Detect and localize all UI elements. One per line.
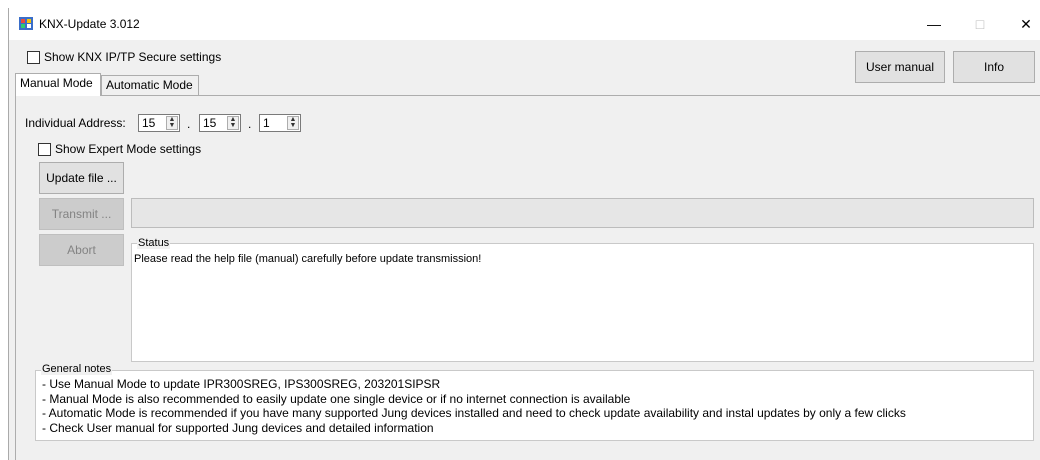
expert-mode-checkbox[interactable] (38, 143, 51, 156)
general-notes-group: General notes - Use Manual Mode to updat… (35, 363, 1034, 441)
user-manual-button[interactable]: User manual (855, 51, 945, 83)
note-line: - Automatic Mode is recommended if you h… (42, 406, 906, 420)
address-line-value: 15 (203, 116, 217, 130)
window-title: KNX-Update 3.012 (39, 17, 140, 31)
address-area-spinner[interactable]: 15 ▲ ▼ (138, 114, 180, 132)
secure-settings-checkbox[interactable] (27, 51, 40, 64)
transmit-button[interactable]: Transmit ... (39, 198, 124, 230)
general-notes-title: General notes (41, 363, 113, 375)
note-line: - Use Manual Mode to update IPR300SREG, … (42, 377, 441, 391)
minimize-button[interactable]: — (911, 8, 957, 40)
status-group-title: Status (137, 237, 171, 249)
general-notes-list: - Use Manual Mode to update IPR300SREG, … (42, 377, 906, 435)
maximize-button[interactable]: □ (957, 8, 1003, 40)
tab-automatic-mode[interactable]: Automatic Mode (101, 75, 199, 95)
note-line: - Check User manual for supported Jung d… (42, 420, 434, 435)
status-message: Please read the help file (manual) caref… (134, 253, 482, 265)
expert-mode-label: Show Expert Mode settings (55, 142, 202, 156)
spinner-arrows-icon[interactable]: ▲ ▼ (287, 116, 299, 130)
title-bar: KNX-Update 3.012 — □ ✕ (9, 8, 1040, 40)
status-group: Status Please read the help file (manual… (131, 237, 1034, 362)
address-separator: . (248, 117, 252, 131)
abort-button[interactable]: Abort (39, 234, 124, 266)
secure-settings-label: Show KNX IP/TP Secure settings (44, 50, 222, 64)
individual-address-label: Individual Address: (25, 116, 126, 130)
update-file-button[interactable]: Update file ... (39, 162, 124, 194)
note-line: - Manual Mode is also recommended to eas… (42, 391, 631, 406)
address-separator: . (187, 117, 191, 131)
spinner-arrows-icon[interactable]: ▲ ▼ (227, 116, 239, 130)
address-device-value: 1 (263, 116, 270, 130)
close-button[interactable]: ✕ (1003, 8, 1040, 40)
address-line-spinner[interactable]: 15 ▲ ▼ (199, 114, 241, 132)
tab-manual-mode[interactable]: Manual Mode (15, 73, 101, 96)
info-button[interactable]: Info (953, 51, 1035, 83)
transmit-progress-bar (131, 198, 1034, 228)
app-icon (19, 17, 33, 30)
address-device-spinner[interactable]: 1 ▲ ▼ (259, 114, 301, 132)
app-window: KNX-Update 3.012 — □ ✕ Show KNX IP/TP Se… (8, 8, 1040, 460)
address-area-value: 15 (142, 116, 156, 130)
spinner-arrows-icon[interactable]: ▲ ▼ (166, 116, 178, 130)
